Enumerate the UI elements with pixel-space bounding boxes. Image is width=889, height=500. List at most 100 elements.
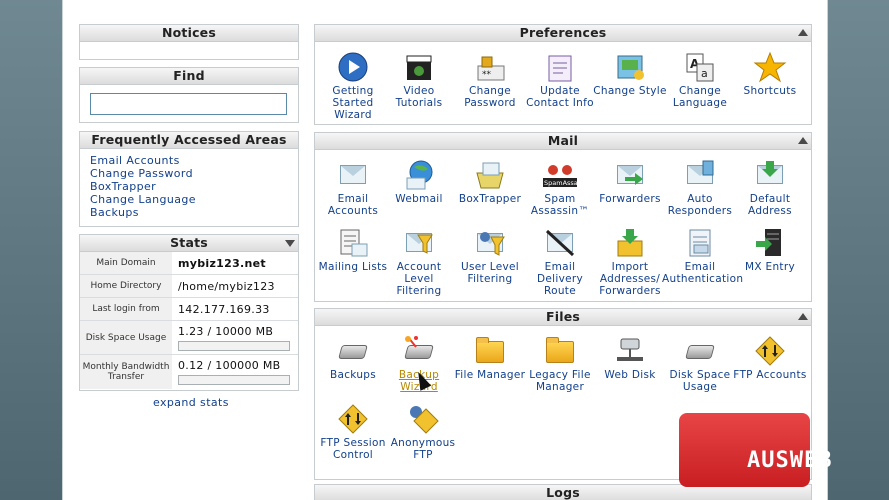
item-label: Mailing Lists <box>318 261 388 273</box>
stats-value: /home/mybiz123 <box>178 279 275 293</box>
mail-mx-entry[interactable]: MX Entry <box>732 227 808 273</box>
pref-update-contact[interactable]: Update Contact Info <box>522 51 598 109</box>
disk-usage-icon <box>683 335 717 367</box>
faa-link-change-password[interactable]: Change Password <box>90 167 288 180</box>
find-panel: Find <box>79 67 299 123</box>
files-title-text: Files <box>545 309 581 324</box>
stats-row-home-directory: Home Directory /home/mybiz123 <box>80 275 298 298</box>
password-lock-icon: ** <box>473 51 507 83</box>
svg-text:**: ** <box>482 70 492 80</box>
item-label: MX Entry <box>745 261 795 273</box>
item-label: Change Language <box>672 85 728 109</box>
pref-change-style[interactable]: Change Style <box>592 51 668 97</box>
email-auth-icon <box>683 227 717 259</box>
mail-auto-responders[interactable]: Auto Responders <box>662 159 738 217</box>
webmail-icon <box>402 159 436 191</box>
mail-account-filtering[interactable]: Account Level Filtering <box>381 227 457 297</box>
star-icon <box>753 51 787 83</box>
item-label: Web Disk <box>604 369 656 381</box>
stats-label: Last login from <box>80 298 172 320</box>
stats-label: Disk Space Usage <box>80 321 172 354</box>
clapperboard-icon <box>402 51 436 83</box>
item-label: Getting Started Wizard <box>332 85 374 121</box>
mail-email-authentication[interactable]: Email Authentication <box>662 227 744 285</box>
files-ftp-accounts[interactable]: FTP Accounts <box>732 335 808 381</box>
collapse-arrow-icon[interactable] <box>285 240 295 247</box>
faa-title: Frequently Accessed Areas <box>80 132 298 149</box>
stats-row-last-login: Last login from 142.177.169.33 <box>80 298 298 321</box>
pref-change-password[interactable]: ** Change Password <box>452 51 528 109</box>
mail-boxtrapper[interactable]: BoxTrapper <box>452 159 528 205</box>
stats-row-disk-space: Disk Space Usage 1.23 / 10000 MB <box>80 321 298 355</box>
faa-link-backups[interactable]: Backups <box>90 206 288 219</box>
disk-icon <box>336 335 370 367</box>
folder-icon <box>473 335 507 367</box>
backup-wizard-icon <box>402 335 436 367</box>
item-label: User Level Filtering <box>461 261 519 285</box>
ftp-session-icon <box>336 403 370 435</box>
stats-row-bandwidth: Monthly Bandwidth Transfer 0.12 / 100000… <box>80 355 298 389</box>
stats-title-text: Stats <box>170 235 208 250</box>
item-label: FTP Session Control <box>320 437 386 461</box>
find-title: Find <box>80 68 298 85</box>
bandwidth-text: 0.12 / 100000 MB <box>178 359 281 372</box>
notices-title: Notices <box>80 25 298 42</box>
pref-video-tutorials[interactable]: Video Tutorials <box>381 51 457 109</box>
files-disk-space-usage[interactable]: Disk Space Usage <box>662 335 738 393</box>
files-ftp-session-control[interactable]: FTP Session Control <box>315 403 391 461</box>
item-label: Legacy File Manager <box>529 369 591 393</box>
mail-webmail[interactable]: Webmail <box>381 159 457 205</box>
faa-links: Email Accounts Change Password BoxTrappe… <box>80 149 298 225</box>
item-label: Anonymous FTP <box>390 437 456 461</box>
mail-delivery-route[interactable]: Email Delivery Route <box>522 227 598 297</box>
pref-shortcuts[interactable]: Shortcuts <box>732 51 808 97</box>
item-label: Change Password <box>464 85 516 109</box>
mail-user-filtering[interactable]: User Level Filtering <box>452 227 528 285</box>
mailing-lists-icon <box>336 227 370 259</box>
import-icon <box>613 227 647 259</box>
find-input[interactable] <box>90 93 287 115</box>
collapse-arrow-icon[interactable] <box>798 137 808 144</box>
pref-change-language[interactable]: Aa Change Language <box>662 51 738 109</box>
item-label: Default Address <box>748 193 792 217</box>
pref-getting-started[interactable]: Getting Started Wizard <box>315 51 391 121</box>
mail-spam-assassin[interactable]: SpamAssassin Spam Assassin™ <box>522 159 598 217</box>
preferences-title-text: Preferences <box>519 25 607 40</box>
mail-panel: Mail Email Accounts Webmail BoxTrapper S… <box>314 132 812 302</box>
faa-link-change-language[interactable]: Change Language <box>90 193 288 206</box>
mail-import-addresses[interactable]: Import Addresses/ Forwarders <box>592 227 668 297</box>
item-label: Change Style <box>593 85 667 97</box>
contact-info-icon <box>543 51 577 83</box>
item-label: Backups <box>329 369 377 381</box>
mail-forwarders[interactable]: Forwarders <box>592 159 668 205</box>
files-title: Files <box>315 309 811 326</box>
item-label: Disk Space Usage <box>669 369 731 393</box>
style-icon <box>613 51 647 83</box>
stats-label: Home Directory <box>80 275 172 297</box>
mail-title: Mail <box>315 133 811 150</box>
files-file-manager[interactable]: File Manager <box>452 335 528 381</box>
user-filter-icon <box>473 227 507 259</box>
envelope-icon <box>336 159 370 191</box>
item-label: Auto Responders <box>667 193 733 217</box>
files-web-disk[interactable]: Web Disk <box>592 335 668 381</box>
files-legacy-file-manager[interactable]: Legacy File Manager <box>522 335 598 393</box>
expand-stats-link[interactable]: expand stats <box>153 396 229 409</box>
collapse-arrow-icon[interactable] <box>798 313 808 320</box>
collapse-arrow-icon[interactable] <box>798 29 808 36</box>
faa-link-email-accounts[interactable]: Email Accounts <box>90 154 288 167</box>
faa-link-boxtrapper[interactable]: BoxTrapper <box>90 180 288 193</box>
stats-value: mybiz123.net <box>172 252 298 274</box>
default-address-icon <box>753 159 787 191</box>
item-label: Email Delivery Route <box>537 261 583 297</box>
language-icon: Aa <box>683 51 717 83</box>
item-label: Shortcuts <box>743 85 797 97</box>
mail-mailing-lists[interactable]: Mailing Lists <box>315 227 391 273</box>
item-label: Email Authentication <box>662 261 744 285</box>
stats-value: 0.12 / 100000 MB <box>172 355 298 389</box>
files-backups[interactable]: Backups <box>315 335 391 381</box>
faa-panel: Frequently Accessed Areas Email Accounts… <box>79 131 299 227</box>
mail-email-accounts[interactable]: Email Accounts <box>315 159 391 217</box>
files-anonymous-ftp[interactable]: Anonymous FTP <box>385 403 461 461</box>
mail-default-address[interactable]: Default Address <box>732 159 808 217</box>
